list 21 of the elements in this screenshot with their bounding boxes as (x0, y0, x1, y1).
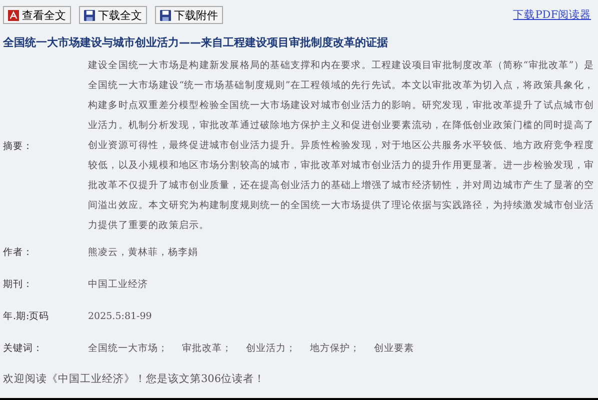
pdf-icon (8, 10, 19, 20)
keyword-link[interactable]: 创业要素 (374, 342, 414, 354)
field-label: 年.期:页码 (3, 310, 50, 322)
keyword-link[interactable]: 全国统一大市场； (88, 342, 168, 354)
toolbar-button[interactable]: 下载全文 (79, 6, 147, 24)
field-label: 关键词： (3, 342, 44, 354)
field-label: 期刊： (3, 278, 34, 290)
keyword-link[interactable]: 审批改革； (182, 342, 232, 354)
pdf-reader-link[interactable]: 下载PDF阅读器 (513, 8, 594, 22)
field-value: 中国工业经济 (88, 278, 148, 290)
toolbar-button[interactable]: 下载附件 (155, 6, 223, 24)
article-title: 全国统一大市场建设与城市创业活力——来自工程建设项目审批制度改革的证据 (2, 36, 389, 50)
keyword-link[interactable]: 创业活力； (246, 342, 296, 354)
reader-count-text: 欢迎阅读《中国工业经济》！您是该文第306位读者！ (2, 372, 266, 386)
field-value: 熊凌云，黄林菲，杨李娟 (88, 246, 198, 258)
toolbar-button[interactable]: 查看全文 (3, 6, 71, 24)
abstract-text: 建设全国统一大市场是构建新发展格局的基础支撑和内在要求。工程建设项目审批制度改革（简称“审批改革”）是全国统一大市场建设“统一市场基础制度规则”在工程领域的先行先试。本文以审批改革为切入点，将政策具象化，构建多时点双重差分模型检验全国统一大市场建设对城市创业活力的影响。研究发现，审批改革提升了试点城市创业活力。机制分析发现，审批改革通过破除地方保护主义和促进创业要素流动，在降低创业政策门槛的同时提高了创业资源可得性，最终促进城市创业活力提升。异质性检验发现，对于地区公共服务水平较低、地方政府竞争程度较低，以及小规模和地区市场分割较高的城市，审批改革对城市创业活力的提升作用更显著。进一步检验发现，审批改革不仅提升了城市创业质量，还在提高创业活力的基础上增强了城市经济韧性，并对周边城市产生了显著的空间溢出效应。本文研究为构建制度规则统一的全国统一大市场提供了理论依据与实践路径，为持续激发城市创业活力提供了重要的政策启示。 (88, 59, 594, 233)
field-label: 摘要： (3, 140, 34, 152)
field-value: 2025.5:81-99 (88, 310, 152, 322)
field-label: 作者： (3, 246, 34, 258)
keyword-link[interactable]: 地方保护； (310, 342, 360, 354)
